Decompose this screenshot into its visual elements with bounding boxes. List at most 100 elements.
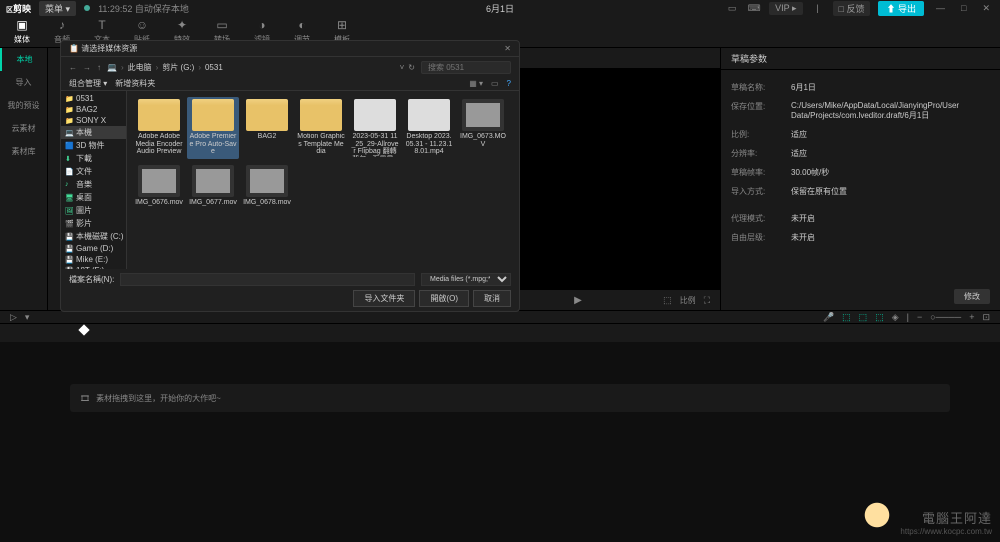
file-list[interactable]: Adobe Adobe Media Encoder Audio Previews…	[127, 91, 519, 269]
prop-row: 草稿名称:6月1日	[731, 78, 990, 97]
file-item[interactable]: IMG_0676.mov	[133, 163, 185, 209]
import-folder-button[interactable]: 导入文件夹	[353, 290, 415, 307]
sidebar-tab-0[interactable]: 本地	[0, 48, 47, 71]
file-open-dialog: 📋 请选择媒体资源 ✕ ← → ↑ 💻 › 此电脑 › 剪片 (G:) › 05…	[60, 40, 520, 312]
prop-row: 自由层级:未开启	[731, 228, 990, 247]
watermark-url: https://www.kocpc.com.tw	[900, 527, 992, 536]
tree-item[interactable]: 🎬影片	[61, 217, 126, 230]
tree-item[interactable]: 🖥桌面	[61, 191, 126, 204]
tree-item[interactable]: 🟦3D 物件	[61, 139, 126, 152]
open-button[interactable]: 開啟(O)	[419, 290, 469, 307]
sidebar-tab-3[interactable]: 云素材	[0, 117, 47, 140]
filename-input[interactable]	[120, 273, 415, 286]
file-filter-select[interactable]: Media files (*.mpg;*.f4v;*.mov	[421, 273, 511, 286]
app-logo: 区剪映	[6, 2, 31, 15]
tree-item[interactable]: 💾Mike (E:)	[61, 254, 126, 265]
tree-item[interactable]: 💾本機磁碟 (C:)	[61, 230, 126, 243]
filename-label: 檔案名稱(N):	[69, 274, 114, 285]
titlebar: 区剪映 菜单 ▾ 11:29:52 自动保存本地 6月1日 ▭ ⌨ VIP ▸ …	[0, 0, 1000, 16]
properties-panel: 草稿参数 草稿名称:6月1日保存位置:C:/Users/Mike/AppData…	[720, 48, 1000, 310]
modify-button[interactable]: 修改	[954, 289, 990, 304]
export-button[interactable]: ⬆ 导出	[878, 1, 924, 16]
sidebar-tab-4[interactable]: 素材库	[0, 140, 47, 163]
timeline-ruler[interactable]	[0, 324, 1000, 342]
dialog-close-button[interactable]: ✕	[504, 44, 511, 53]
project-title: 6月1日	[486, 2, 514, 15]
ratio-label[interactable]: 比例	[680, 295, 696, 306]
link-icon[interactable]: ⬚	[842, 312, 851, 323]
prop-row: 导入方式:保留在原有位置	[731, 182, 990, 201]
search-input[interactable]	[421, 61, 511, 74]
tree-item[interactable]: 💾Game (D:)	[61, 243, 126, 254]
feedback-button[interactable]: □ 反馈	[833, 1, 871, 16]
menu-button[interactable]: 菜单 ▾	[39, 1, 76, 16]
new-folder-button[interactable]: 新增资料夹	[115, 78, 155, 89]
file-item[interactable]: Desktop 2023.05.31 - 11.23.18.01.mp4	[403, 97, 455, 159]
playhead-icon[interactable]	[78, 324, 89, 335]
dialog-title: 请选择媒体资源	[81, 43, 137, 54]
folder-tree[interactable]: 📁0531📁BAG2📁SONY X💻本機🟦3D 物件⬇下載📄文件♪音樂🖥桌面🖼圖…	[61, 91, 127, 269]
file-item[interactable]: IMG_0673.MOV	[457, 97, 509, 159]
file-item[interactable]: Adobe Premiere Pro Auto-Save	[187, 97, 239, 159]
nav-up-icon[interactable]: ↑	[97, 63, 101, 72]
file-item[interactable]: Adobe Adobe Media Encoder Audio Previews	[133, 97, 185, 159]
file-item[interactable]: 2023-05-31 11_25_29-Allrover Flipbag 翻轉背…	[349, 97, 401, 159]
empty-timeline-hint: 🎞 素材拖拽到这里，开始你的大作吧~	[70, 384, 950, 412]
select-tool-icon[interactable]: ▷	[10, 312, 17, 323]
left-sidebar: 本地导入我的预设云素材素材库	[0, 48, 48, 310]
preview-icon[interactable]: ⬚	[875, 312, 884, 323]
file-item[interactable]: Motion Graphics Template Media	[295, 97, 347, 159]
mic-icon[interactable]: 🎤	[823, 312, 834, 323]
layout-icon[interactable]: ▭	[725, 3, 739, 14]
path-breadcrumb[interactable]: 💻 › 此电脑 › 剪片 (G:) › 0531 ˅ ↻	[107, 62, 415, 73]
view-mode-icon[interactable]: ▦ ▾	[469, 79, 483, 88]
tree-item[interactable]: 💻本機	[61, 126, 126, 139]
marker-icon[interactable]: ◈	[892, 312, 899, 323]
fit-icon[interactable]: ⊡	[982, 312, 990, 323]
shortcut-icon[interactable]: ⌨	[747, 3, 761, 14]
close-button[interactable]: ✕	[978, 3, 994, 14]
file-item[interactable]: IMG_0677.mov	[187, 163, 239, 209]
nav-back-icon[interactable]: ←	[69, 63, 77, 72]
play-button[interactable]: ▶	[574, 295, 582, 306]
zoom-in-icon[interactable]: +	[969, 312, 974, 322]
sidebar-tab-2[interactable]: 我的预设	[0, 94, 47, 117]
cancel-button[interactable]: 取消	[473, 290, 511, 307]
tree-item[interactable]: 📁SONY X	[61, 115, 126, 126]
dropdown-icon[interactable]: ▾	[25, 312, 30, 323]
dialog-toolbar: 组合管理 ▾ 新增资料夹 ▦ ▾ ▭ ?	[61, 77, 519, 91]
fullscreen-icon[interactable]: ⛶	[704, 295, 710, 306]
organize-button[interactable]: 组合管理 ▾	[69, 78, 107, 89]
maximize-button[interactable]: □	[957, 3, 970, 13]
timeline[interactable]: 🎞 素材拖拽到这里，开始你的大作吧~	[0, 324, 1000, 542]
refresh-icon[interactable]: ↻	[408, 63, 415, 72]
preview-pane-icon[interactable]: ▭	[491, 79, 499, 88]
zoom-out-icon[interactable]: −	[917, 312, 922, 322]
minimize-button[interactable]: —	[932, 3, 949, 13]
ratio-icon[interactable]: ⬚	[663, 295, 672, 306]
tree-item[interactable]: ♪音樂	[61, 178, 126, 191]
separator: |	[907, 312, 909, 322]
tree-item[interactable]: 📁0531	[61, 93, 126, 104]
watermark-title: 電腦王阿達	[922, 508, 992, 527]
help-icon[interactable]: ?	[507, 79, 511, 88]
sidebar-tab-1[interactable]: 导入	[0, 71, 47, 94]
zoom-slider[interactable]: ○────	[930, 312, 961, 322]
file-item[interactable]: BAG2	[241, 97, 293, 159]
magnet-icon[interactable]: ⬚	[859, 312, 868, 323]
tree-item[interactable]: 🖼圖片	[61, 204, 126, 217]
film-icon: 🎞	[80, 394, 90, 403]
tree-item[interactable]: ⬇下載	[61, 152, 126, 165]
file-item[interactable]: IMG_0678.mov	[241, 163, 293, 209]
vip-badge[interactable]: VIP ▸	[769, 2, 802, 15]
prop-row: 比例:适应	[731, 125, 990, 144]
path-dropdown-icon[interactable]: ˅	[400, 63, 405, 72]
tree-item[interactable]: 📁BAG2	[61, 104, 126, 115]
properties-title: 草稿参数	[721, 48, 1000, 70]
dialog-titlebar: 📋 请选择媒体资源 ✕	[61, 41, 519, 57]
tree-item[interactable]: 📄文件	[61, 165, 126, 178]
nav-forward-icon[interactable]: →	[83, 63, 91, 72]
tool-媒体[interactable]: ▣媒体	[8, 18, 36, 45]
dialog-navbar: ← → ↑ 💻 › 此电脑 › 剪片 (G:) › 0531 ˅ ↻	[61, 57, 519, 77]
prop-row: 代理模式:未开启	[731, 209, 990, 228]
